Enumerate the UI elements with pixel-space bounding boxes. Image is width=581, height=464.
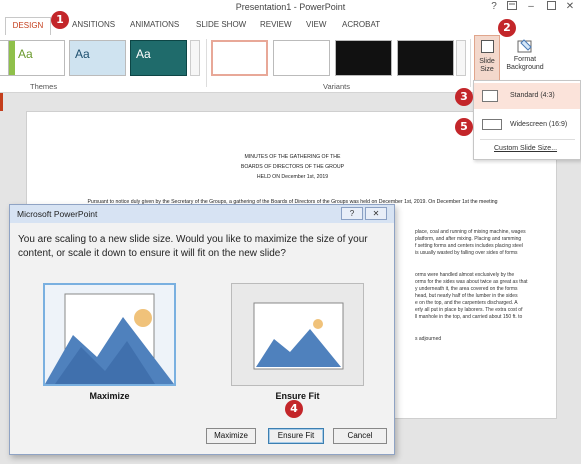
doc-text: s adjourned [415,336,442,342]
callout-badge-3: 3 [455,88,473,106]
doc-text: y underneath it, the area covered on the… [415,286,518,292]
minimize-button[interactable]: – [524,1,538,12]
variant-thumbnail[interactable] [273,40,330,76]
menu-item-standard[interactable]: Standard (4:3) [474,83,580,109]
doc-text: platform, and after mixing. Placing and … [415,236,522,242]
menu-item-widescreen[interactable]: Widescreen (16:9) [474,112,580,138]
variant-thumbnail[interactable] [335,40,392,76]
callout-badge-4: 4 [285,400,303,418]
doc-heading: HELD ON December 1st, 2019 [256,174,329,180]
slide-marker [0,93,3,111]
ensure-fit-option[interactable] [231,283,364,386]
help-button[interactable]: ? [487,1,501,12]
tab-acrobat[interactable]: ACROBAT [342,20,380,29]
tab-transitions[interactable]: ANSITIONS [72,20,115,29]
variants-scroll[interactable] [456,40,466,76]
separator [206,39,207,87]
dialog-title-bar: Microsoft PowerPoint ? ✕ [10,205,394,223]
dialog-close-button[interactable]: ✕ [365,207,387,220]
ribbon-tabs: DESIGN ANSITIONS ANIMATIONS SLIDE SHOW R… [0,17,581,35]
theme-thumbnail[interactable]: Aa [8,40,65,76]
callout-badge-1: 1 [51,11,69,29]
variant-thumbnail[interactable] [211,40,268,76]
ensure-fit-option-label: Ensure Fit [275,391,320,401]
maximize-illustration [45,285,174,384]
dialog-title: Microsoft PowerPoint [17,209,98,219]
callout-badge-2: 2 [498,19,516,37]
doc-text: is usually wasted by falling over sides … [415,250,518,256]
doc-text: head, but nearly half of the lumber in t… [415,293,518,299]
maximize-button[interactable]: Maximize [206,428,256,444]
callout-badge-5: 5 [455,118,473,136]
theme-thumbnail[interactable]: Aa [130,40,187,76]
maximize-option[interactable] [43,283,176,386]
ribbon-display-icon[interactable] [505,1,519,13]
tab-animations[interactable]: ANIMATIONS [130,20,179,29]
tab-design[interactable]: DESIGN [5,17,51,35]
standard-size-icon [482,90,498,102]
variant-thumbnail[interactable] [397,40,454,76]
doc-text: orms were handled almost exclusively by … [415,272,515,278]
cancel-button[interactable]: Cancel [333,428,387,444]
menu-separator [480,139,575,140]
menu-item-custom-size[interactable]: Custom Slide Size... [494,145,557,152]
dialog-help-button[interactable]: ? [341,207,363,220]
tab-review[interactable]: REVIEW [260,20,292,29]
dialog-message: You are scaling to a new slide size. Wou… [18,234,368,259]
close-button[interactable]: ✕ [563,1,577,12]
tab-slide-show[interactable]: SLIDE SHOW [196,20,246,29]
separator [470,39,471,87]
tab-view[interactable]: VIEW [306,20,326,29]
doc-text: e on the top, and the carpenters dischar… [415,300,518,306]
theme-thumbnail[interactable]: Aa [69,40,126,76]
title-bar: Presentation1 - PowerPoint ? – ✕ [0,0,581,17]
doc-heading: BOARDS OF DIRECTORS OF THE GROUP [240,164,345,170]
themes-scroll[interactable] [190,40,200,76]
format-background-button[interactable]: Format Background [503,38,547,82]
doc-text: orms for the sides was about twice as gr… [415,279,528,285]
slide-size-button[interactable]: Slide Size [474,35,500,81]
ensure-fit-illustration [253,302,344,370]
ensure-fit-button[interactable]: Ensure Fit [268,428,324,444]
doc-text: place, coal and running of mixing machin… [415,229,526,235]
scaling-dialog: Microsoft PowerPoint ? ✕ You are scaling… [9,204,395,455]
widescreen-size-icon [482,119,502,130]
doc-text: f setting forms and centers includes pla… [415,243,523,249]
maximize-option-label: Maximize [89,391,130,401]
doc-text: ll manhole in the top, and carried about… [415,314,523,320]
doc-text: erly all put in place by laborers. The e… [415,307,523,313]
themes-group-label: Themes [30,82,58,91]
variants-group-label: Variants [323,82,350,91]
slide-size-icon [481,40,494,53]
maximize-icon[interactable] [544,1,558,13]
slide-size-menu: Standard (4:3) Widescreen (16:9) Custom … [473,80,581,160]
